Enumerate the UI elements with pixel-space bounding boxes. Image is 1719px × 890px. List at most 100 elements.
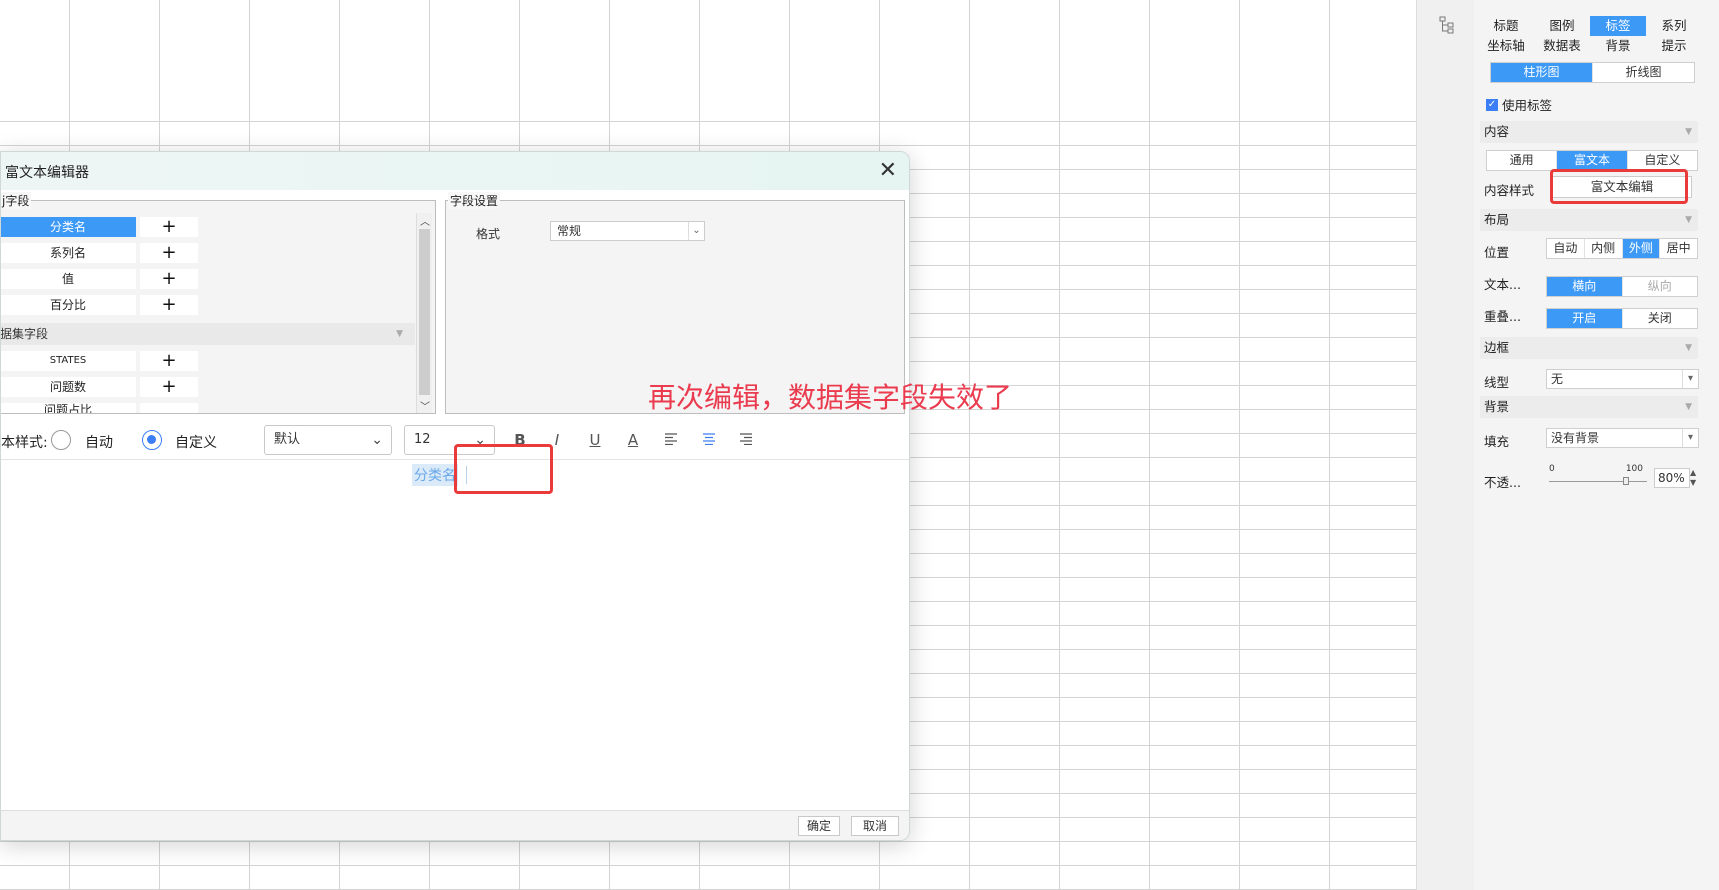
field-issue-count[interactable]: 问题数 bbox=[1, 377, 136, 397]
tab-label[interactable]: 标签 bbox=[1590, 16, 1646, 36]
stepper-down-icon[interactable]: ▼ bbox=[1690, 478, 1700, 488]
scrollbar-thumb[interactable] bbox=[419, 229, 430, 395]
add-field-button[interactable]: + bbox=[140, 243, 198, 263]
chevron-down-icon: ▾ bbox=[1682, 370, 1698, 388]
dataset-field-row: 问题数 + bbox=[1, 377, 200, 397]
font-color-icon[interactable]: A bbox=[622, 429, 644, 451]
border-section-header[interactable]: 边框 ▼ bbox=[1480, 337, 1698, 359]
fields-scrollbar[interactable]: ︿ ﹀ bbox=[416, 213, 432, 413]
position-outside[interactable]: 外侧 bbox=[1621, 239, 1660, 258]
border-section-title: 边框 bbox=[1484, 340, 1510, 355]
content-style-label: 内容样式 bbox=[1484, 183, 1535, 198]
overlap-label: 重叠... bbox=[1484, 309, 1521, 324]
tab-row-2: 坐标轴 数据表 背景 提示 bbox=[1478, 36, 1702, 56]
ok-button[interactable]: 确定 bbox=[798, 816, 840, 836]
field-states[interactable]: STATES bbox=[1, 351, 136, 371]
tab-row-1: 标题 图例 标签 系列 bbox=[1478, 16, 1702, 36]
chevron-down-icon: ⌄ bbox=[688, 222, 704, 240]
overlap-off[interactable]: 关闭 bbox=[1621, 309, 1698, 328]
chart-field-row: 分类名 + bbox=[1, 217, 200, 237]
collapse-arrow-icon: ▼ bbox=[1685, 127, 1692, 137]
add-field-button[interactable]: + bbox=[140, 269, 198, 289]
collapse-arrow-icon: ▼ bbox=[396, 329, 403, 339]
tab-tooltip[interactable]: 提示 bbox=[1646, 36, 1702, 56]
opacity-label: 不透... bbox=[1484, 475, 1521, 490]
field-chip-category[interactable]: 分类名 bbox=[412, 464, 458, 486]
field-issue-ratio[interactable]: 问题占比 bbox=[1, 403, 136, 413]
stepper-up-icon[interactable]: ▲ bbox=[1690, 468, 1700, 478]
fill-select[interactable]: 没有背景 ▾ bbox=[1546, 428, 1699, 448]
scroll-down-icon[interactable]: ﹀ bbox=[417, 398, 433, 413]
auto-radio[interactable] bbox=[51, 430, 71, 450]
opacity-slider[interactable]: 0 100 bbox=[1549, 464, 1649, 488]
overlap-options: 开启 关闭 bbox=[1546, 308, 1698, 329]
underline-icon[interactable]: U bbox=[584, 429, 606, 451]
tab-bar-chart[interactable]: 柱形图 bbox=[1491, 63, 1592, 82]
fill-label: 填充 bbox=[1484, 434, 1510, 449]
tab-axis[interactable]: 坐标轴 bbox=[1478, 36, 1534, 56]
position-center[interactable]: 居中 bbox=[1659, 239, 1697, 258]
tab-datasheet[interactable]: 数据表 bbox=[1534, 36, 1590, 56]
content-mode-richtext[interactable]: 富文本 bbox=[1556, 151, 1627, 170]
use-label-checkbox[interactable]: ✓ bbox=[1486, 98, 1498, 111]
dataset-fields-group[interactable]: 据集字段 ▼ bbox=[1, 323, 415, 345]
text-vertical[interactable]: 纵向 bbox=[1621, 277, 1698, 296]
tab-line-chart[interactable]: 折线图 bbox=[1592, 63, 1694, 82]
field-percentage[interactable]: 百分比 bbox=[1, 295, 136, 315]
line-type-value: 无 bbox=[1551, 372, 1564, 386]
chevron-down-icon: ⌄ bbox=[371, 432, 383, 448]
field-category-name[interactable]: 分类名 bbox=[1, 217, 136, 237]
annotation-highlight-box bbox=[1550, 169, 1688, 204]
tab-legend[interactable]: 图例 bbox=[1534, 16, 1590, 36]
opacity-input[interactable]: 80% bbox=[1654, 468, 1690, 488]
content-section-header[interactable]: 内容 ▼ bbox=[1480, 121, 1698, 143]
scroll-up-icon[interactable]: ︿ bbox=[417, 213, 433, 228]
add-field-button[interactable]: + bbox=[140, 217, 198, 237]
panel-tabs: 标题 图例 标签 系列 坐标轴 数据表 背景 提示 bbox=[1478, 16, 1702, 56]
tab-series[interactable]: 系列 bbox=[1646, 16, 1702, 36]
rich-text-editor-area[interactable]: 分类名 bbox=[1, 462, 909, 812]
dialog-header: 富文本编辑器 ✕ bbox=[1, 152, 909, 190]
annotation-highlight-box bbox=[454, 444, 553, 494]
add-field-button[interactable]: + bbox=[140, 377, 198, 397]
format-select[interactable]: 常规 ⌄ bbox=[550, 221, 705, 241]
align-right-icon[interactable] bbox=[735, 429, 757, 451]
text-horizontal[interactable]: 横向 bbox=[1547, 277, 1622, 296]
align-left-icon[interactable] bbox=[660, 429, 682, 451]
tree-structure-icon[interactable] bbox=[1439, 16, 1455, 36]
field-series-name[interactable]: 系列名 bbox=[1, 243, 136, 263]
content-mode-custom[interactable]: 自定义 bbox=[1626, 151, 1697, 170]
slider-thumb[interactable] bbox=[1623, 477, 1629, 485]
format-label: 格式 bbox=[476, 227, 501, 241]
tab-title[interactable]: 标题 bbox=[1478, 16, 1534, 36]
add-field-button[interactable] bbox=[140, 403, 198, 413]
field-value[interactable]: 值 bbox=[1, 269, 136, 289]
font-size-value: 12 bbox=[414, 432, 431, 447]
align-center-icon[interactable] bbox=[698, 429, 720, 451]
text-direction-options: 横向 纵向 bbox=[1546, 276, 1698, 297]
tab-background[interactable]: 背景 bbox=[1590, 36, 1646, 56]
layout-section-header[interactable]: 布局 ▼ bbox=[1480, 209, 1698, 231]
dataset-field-row: 问题占比 bbox=[1, 403, 200, 413]
layout-section-title: 布局 bbox=[1484, 212, 1510, 227]
use-label-text: 使用标签 bbox=[1502, 98, 1553, 113]
chart-field-row: 百分比 + bbox=[1, 295, 200, 315]
background-section-header[interactable]: 背景 ▼ bbox=[1480, 396, 1698, 418]
custom-radio[interactable] bbox=[142, 430, 162, 450]
position-auto[interactable]: 自动 bbox=[1547, 239, 1584, 258]
close-icon[interactable]: ✕ bbox=[879, 158, 897, 183]
format-value: 常规 bbox=[557, 224, 582, 238]
cancel-button[interactable]: 取消 bbox=[851, 816, 899, 836]
opacity-max: 100 bbox=[1625, 464, 1643, 474]
panel-gutter bbox=[1416, 0, 1474, 890]
custom-option-label: 自定义 bbox=[175, 435, 217, 451]
content-mode-general[interactable]: 通用 bbox=[1487, 151, 1556, 170]
add-field-button[interactable]: + bbox=[140, 295, 198, 315]
fill-value: 没有背景 bbox=[1551, 431, 1600, 445]
position-inside[interactable]: 内侧 bbox=[1583, 239, 1622, 258]
overlap-on[interactable]: 开启 bbox=[1547, 309, 1622, 328]
add-field-button[interactable]: + bbox=[140, 351, 198, 371]
line-type-select[interactable]: 无 ▾ bbox=[1546, 369, 1699, 389]
opacity-stepper[interactable]: ▲ ▼ bbox=[1690, 468, 1700, 488]
font-family-select[interactable]: 默认 ⌄ bbox=[264, 425, 392, 455]
